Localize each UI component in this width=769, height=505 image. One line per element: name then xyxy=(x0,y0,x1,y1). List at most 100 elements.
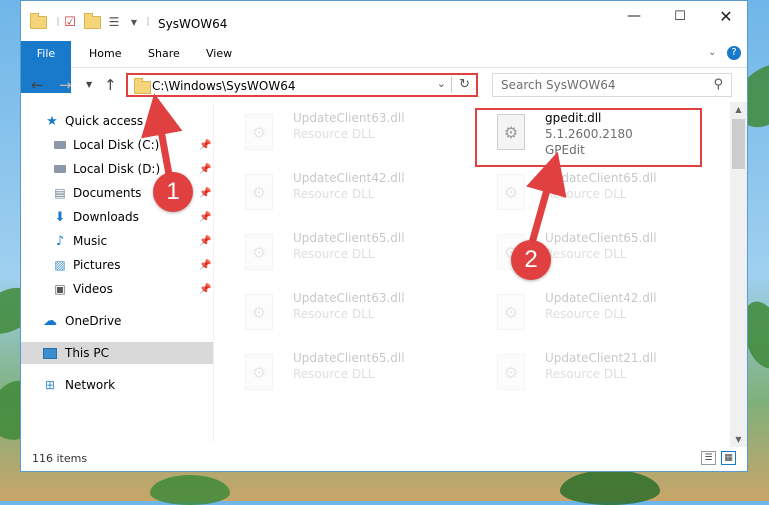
pictures-icon: ▨ xyxy=(54,258,66,272)
file-name: UpdateClient63.dll xyxy=(293,111,405,125)
list-item[interactable]: ⚙ UpdateClient65.dll Resource DLL xyxy=(231,344,461,396)
callout-badge-1: 1 xyxy=(153,172,193,212)
file-name: UpdateClient63.dll xyxy=(293,291,405,305)
details-view-icon[interactable]: ☰ xyxy=(701,451,716,465)
pin-icon[interactable]: 📌 xyxy=(199,212,211,223)
tab-home[interactable]: Home xyxy=(79,41,131,67)
sidebar-item-this-pc[interactable]: This PC xyxy=(21,342,213,364)
window-title: SysWOW64 xyxy=(158,17,228,31)
pin-icon[interactable]: 📌 xyxy=(199,260,211,271)
minimize-button[interactable]: — xyxy=(611,1,657,31)
background-foliage xyxy=(560,470,660,505)
tab-view[interactable]: View xyxy=(196,41,242,67)
recent-locations-button[interactable]: ▼ xyxy=(86,80,92,89)
sidebar-item-quick-access[interactable]: ★ Quick access xyxy=(21,110,213,132)
sidebar-item-network[interactable]: ⊞ Network xyxy=(21,374,213,396)
sidebar-item-label: Videos xyxy=(73,282,113,296)
sidebar-item-label: Downloads xyxy=(73,210,139,224)
up-button[interactable]: ↑ xyxy=(104,76,117,94)
back-button[interactable]: ← xyxy=(31,76,44,94)
cloud-icon: ☁ xyxy=(43,313,57,329)
folder-icon[interactable] xyxy=(29,12,47,31)
file-name: UpdateClient65.dll xyxy=(545,231,657,245)
sidebar-item-label: Quick access xyxy=(65,114,144,128)
scroll-up-button[interactable]: ▲ xyxy=(730,102,747,117)
customize-icon[interactable]: ☰ xyxy=(105,13,123,31)
file-type: Resource DLL xyxy=(545,367,627,381)
dll-file-icon: ⚙ xyxy=(245,294,273,330)
forward-button[interactable]: → xyxy=(59,76,72,94)
file-type: Resource DLL xyxy=(545,307,627,321)
file-name: UpdateClient42.dll xyxy=(545,291,657,305)
address-path: C:\Windows\SysWOW64 xyxy=(152,79,296,93)
chevron-down-icon[interactable]: ⌄ xyxy=(708,47,716,58)
large-icons-view-icon[interactable]: ▦ xyxy=(721,451,736,465)
divider xyxy=(451,77,452,93)
list-item[interactable]: ⚙ UpdateClient63.dll Resource DLL xyxy=(231,284,461,336)
file-name: UpdateClient65.dll xyxy=(293,231,405,245)
list-item[interactable]: ⚙ UpdateClient42.dll Resource DLL xyxy=(231,164,461,216)
new-folder-icon[interactable] xyxy=(83,12,101,31)
sidebar-item-pictures[interactable]: ▨ Pictures 📌 xyxy=(21,254,213,276)
sidebar-item-label: Network xyxy=(65,378,116,392)
file-name: UpdateClient42.dll xyxy=(293,171,405,185)
sidebar-item-label: Local Disk (D:) xyxy=(73,162,161,176)
address-bar[interactable]: C:\Windows\SysWOW64 ⌄ ↻ xyxy=(126,73,478,97)
title-bar: | ☑ ☰ ▼ | SysWOW64 — ☐ ✕ xyxy=(21,1,747,41)
maximize-button[interactable]: ☐ xyxy=(657,1,703,31)
close-button[interactable]: ✕ xyxy=(703,1,749,31)
pin-icon[interactable]: 📌 xyxy=(199,284,211,295)
file-type: Resource DLL xyxy=(293,187,375,201)
file-type: Resource DLL xyxy=(545,247,627,261)
scroll-down-button[interactable]: ▼ xyxy=(730,432,747,447)
properties-icon[interactable]: ☑ xyxy=(61,13,79,31)
file-name: UpdateClient65.dll xyxy=(545,171,657,185)
refresh-icon[interactable]: ↻ xyxy=(459,77,470,92)
folder-icon xyxy=(134,78,151,94)
music-icon: ♪ xyxy=(55,233,65,249)
computer-icon xyxy=(43,347,57,359)
vertical-scrollbar[interactable]: ▲ ▼ xyxy=(730,102,747,447)
dll-file-icon: ⚙ xyxy=(245,354,273,390)
sidebar-item-label: This PC xyxy=(65,346,109,360)
file-name: UpdateClient65.dll xyxy=(293,351,405,365)
search-input[interactable]: Search SysWOW64 ⚲ xyxy=(492,73,732,97)
item-count: 116 items xyxy=(32,452,88,465)
sidebar-item-downloads[interactable]: ⬇ Downloads 📌 xyxy=(21,206,213,228)
sidebar-item-label: OneDrive xyxy=(65,314,122,328)
ribbon-tabs: File Home Share View ⌄ ? xyxy=(21,41,747,93)
sidebar-item-music[interactable]: ♪ Music 📌 xyxy=(21,230,213,252)
dll-file-icon: ⚙ xyxy=(497,174,525,210)
scroll-thumb[interactable] xyxy=(732,119,745,169)
pin-icon[interactable]: 📌 xyxy=(199,140,211,151)
separator: | xyxy=(146,17,150,27)
pin-icon[interactable]: 📌 xyxy=(199,188,211,199)
download-icon: ⬇ xyxy=(54,209,66,225)
explorer-window: | ☑ ☰ ▼ | SysWOW64 — ☐ ✕ File Home Share… xyxy=(20,0,748,472)
dll-file-icon: ⚙ xyxy=(245,174,273,210)
drive-icon xyxy=(53,163,67,175)
sidebar-item-label: Music xyxy=(73,234,108,248)
dll-file-icon: ⚙ xyxy=(497,294,525,330)
sidebar-item-onedrive[interactable]: ☁ OneDrive xyxy=(21,310,213,332)
sidebar-item-label: Pictures xyxy=(73,258,121,272)
list-item[interactable]: ⚙ UpdateClient63.dll Resource DLL xyxy=(231,104,461,156)
drive-icon xyxy=(53,139,67,151)
sidebar-item-videos[interactable]: ▣ Videos 📌 xyxy=(21,278,213,300)
star-icon: ★ xyxy=(46,113,58,129)
search-placeholder: Search SysWOW64 xyxy=(501,78,616,92)
chevron-down-icon[interactable]: ⌄ xyxy=(437,77,446,90)
sidebar-item-label: Documents xyxy=(73,186,142,200)
dll-file-icon: ⚙ xyxy=(245,234,273,270)
list-item[interactable]: ⚙ UpdateClient65.dll Resource DLL xyxy=(483,164,713,216)
pin-icon[interactable]: 📌 xyxy=(199,164,211,175)
pin-icon[interactable]: 📌 xyxy=(199,236,211,247)
file-type: Resource DLL xyxy=(293,127,375,141)
file-type: Resource DLL xyxy=(293,307,375,321)
sidebar-item-local-disk-c[interactable]: Local Disk (C:) 📌 xyxy=(21,134,213,156)
list-item[interactable]: ⚙ UpdateClient65.dll Resource DLL xyxy=(231,224,461,276)
list-item[interactable]: ⚙ UpdateClient21.dll Resource DLL xyxy=(483,344,713,396)
tab-share[interactable]: Share xyxy=(138,41,190,67)
list-item[interactable]: ⚙ UpdateClient42.dll Resource DLL xyxy=(483,284,713,336)
help-icon[interactable]: ? xyxy=(727,46,741,60)
